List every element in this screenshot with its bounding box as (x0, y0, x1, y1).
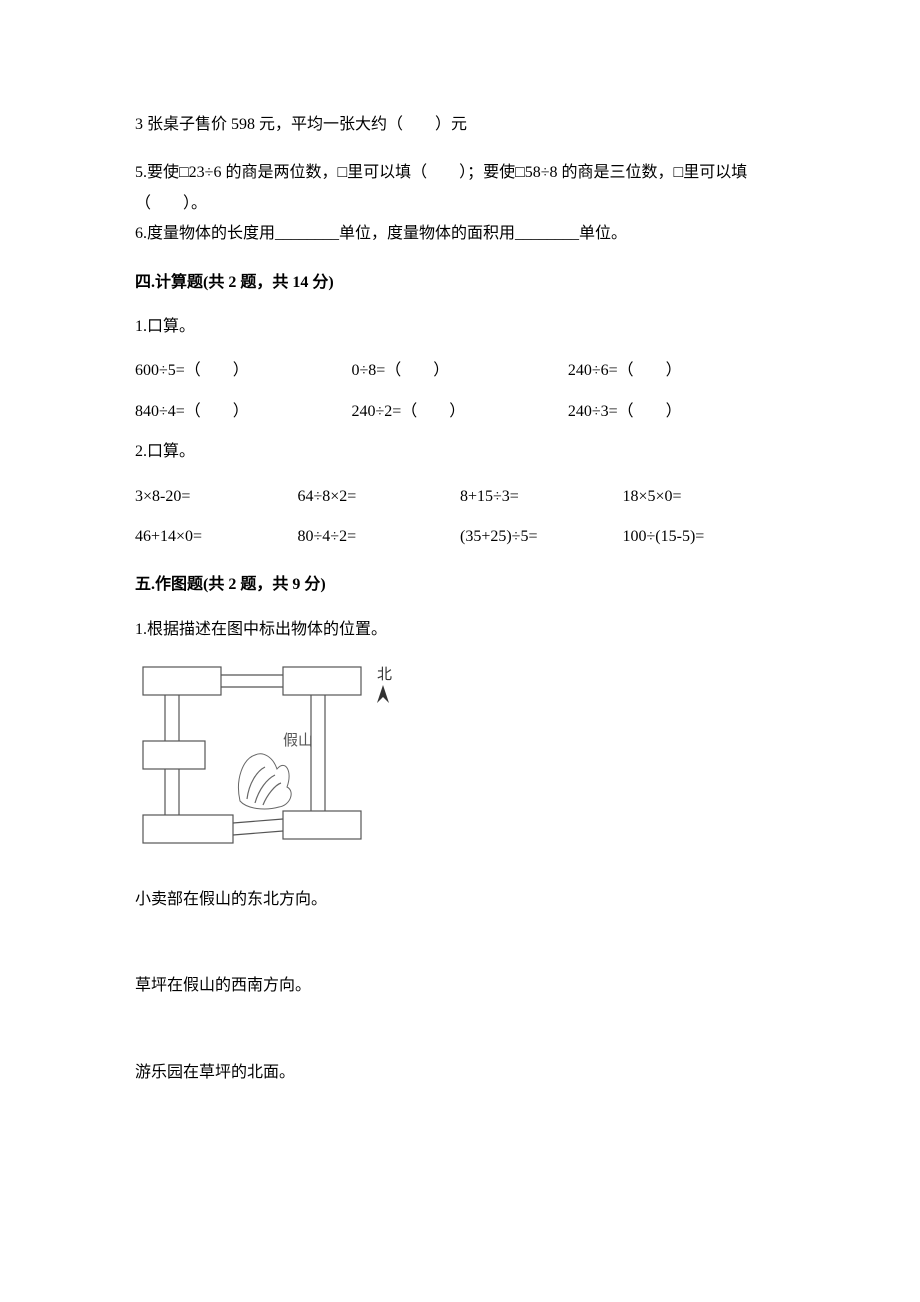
calc-row: 3×8-20= 64÷8×2= 8+15÷3= 18×5×0= (135, 482, 785, 512)
calc-cell: 240÷3=（ ） (568, 397, 784, 427)
section-5-heading: 五.作图题(共 2 题，共 9 分) (135, 570, 785, 600)
north-arrow-icon: 北 (377, 666, 392, 703)
question-6: 6.度量物体的长度用________单位，度量物体的面积用________单位。 (135, 219, 785, 249)
calc-cell: 840÷4=（ ） (135, 397, 351, 427)
calc-cell: 600÷5=（ ） (135, 356, 351, 386)
calc-cell: 100÷(15-5)= (623, 522, 786, 552)
map-figure: 北 假山 (135, 659, 395, 849)
section-4-heading: 四.计算题(共 2 题，共 14 分) (135, 268, 785, 298)
sec4-q1-rows: 600÷5=（ ） 0÷8=（ ） 240÷6=（ ） 840÷4=（ ） 24… (135, 356, 785, 427)
calc-cell: 240÷6=（ ） (568, 356, 784, 386)
calc-row: 600÷5=（ ） 0÷8=（ ） 240÷6=（ ） (135, 356, 785, 386)
question-5: 5.要使□23÷6 的商是两位数，□里可以填（ ）；要使□58÷8 的商是三位数… (135, 158, 785, 219)
statement-2: 草坪在假山的西南方向。 (135, 971, 785, 1001)
calc-cell: 240÷2=（ ） (351, 397, 567, 427)
calc-cell: 80÷4÷2= (298, 522, 461, 552)
statement-3: 游乐园在草坪的北面。 (135, 1058, 785, 1088)
calc-cell: 8+15÷3= (460, 482, 623, 512)
document-page: 3 张桌子售价 598 元，平均一张大约（ ）元 5.要使□23÷6 的商是两位… (0, 0, 920, 1152)
calc-cell: 0÷8=（ ） (351, 356, 567, 386)
rockery-label: 假山 (283, 732, 313, 749)
sec4-q1-label: 1.口算。 (135, 312, 785, 342)
calc-cell: 18×5×0= (623, 482, 786, 512)
north-label: 北 (377, 666, 392, 683)
calc-cell: (35+25)÷5= (460, 522, 623, 552)
statement-1: 小卖部在假山的东北方向。 (135, 885, 785, 915)
question-5-6: 5.要使□23÷6 的商是两位数，□里可以填（ ）；要使□58÷8 的商是三位数… (135, 158, 785, 249)
question-pre: 3 张桌子售价 598 元，平均一张大约（ ）元 (135, 110, 785, 140)
sec5-q1-label: 1.根据描述在图中标出物体的位置。 (135, 615, 785, 645)
sec4-q2-label: 2.口算。 (135, 437, 785, 467)
calc-row: 840÷4=（ ） 240÷2=（ ） 240÷3=（ ） (135, 397, 785, 427)
sec4-q2-rows: 3×8-20= 64÷8×2= 8+15÷3= 18×5×0= 46+14×0=… (135, 482, 785, 553)
calc-row: 46+14×0= 80÷4÷2= (35+25)÷5= 100÷(15-5)= (135, 522, 785, 552)
calc-cell: 46+14×0= (135, 522, 298, 552)
calc-cell: 64÷8×2= (298, 482, 461, 512)
calc-cell: 3×8-20= (135, 482, 298, 512)
